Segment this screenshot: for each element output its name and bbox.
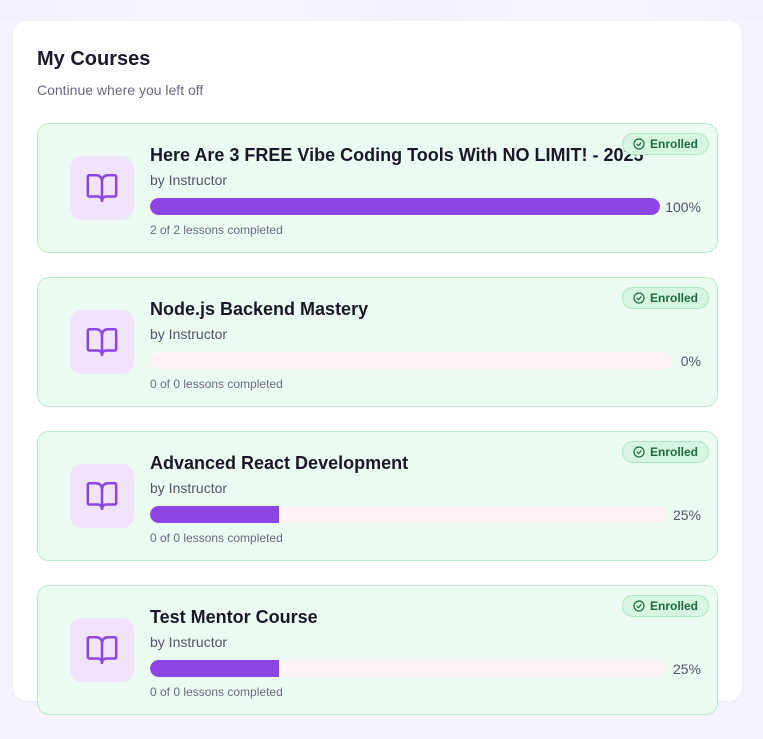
course-card[interactable]: Node.js Backend Mastery by Instructor 0%… [37, 277, 718, 407]
course-title[interactable]: Node.js Backend Mastery [150, 299, 368, 320]
progress-bar [150, 506, 667, 523]
enrolled-badge: Enrolled [621, 595, 709, 617]
course-instructor: by Instructor [150, 480, 228, 496]
course-thumbnail [70, 464, 134, 528]
progress-percent: 25% [672, 507, 701, 523]
book-open-icon [86, 481, 118, 511]
course-thumbnail [70, 618, 134, 682]
top-strip [0, 0, 763, 20]
my-courses-panel: My Courses Continue where you left off H… [13, 21, 742, 715]
course-card[interactable]: Here Are 3 FREE Vibe Coding Tools With N… [37, 123, 718, 253]
progress-percent: 0% [680, 353, 701, 369]
course-title[interactable]: Here Are 3 FREE Vibe Coding Tools With N… [150, 145, 644, 166]
badge-label: Enrolled [649, 599, 698, 613]
progress-percent: 100% [665, 199, 701, 215]
enrolled-badge: Enrolled [621, 133, 709, 155]
progress-fill [150, 198, 660, 215]
course-list: Here Are 3 FREE Vibe Coding Tools With N… [37, 123, 718, 739]
course-instructor: by Instructor [150, 634, 228, 650]
course-thumbnail [70, 310, 134, 374]
check-circle-icon [633, 446, 645, 458]
course-title[interactable]: Advanced React Development [150, 453, 408, 474]
progress-percent: 25% [672, 661, 701, 677]
course-card[interactable]: Advanced React Development by Instructor… [37, 431, 718, 561]
course-instructor: by Instructor [150, 326, 228, 342]
badge-label: Enrolled [649, 291, 698, 305]
badge-label: Enrolled [649, 137, 698, 151]
book-open-icon [86, 327, 118, 357]
page-title: My Courses [37, 48, 151, 70]
progress-bar [150, 660, 667, 677]
enrolled-badge: Enrolled [621, 441, 709, 463]
enrolled-badge: Enrolled [621, 287, 709, 309]
check-circle-icon [633, 292, 645, 304]
progress-fill [150, 660, 280, 677]
progress-bar [150, 198, 660, 215]
check-circle-icon [633, 138, 645, 150]
lessons-completed: 0 of 0 lessons completed [150, 531, 283, 545]
progress-bar [150, 352, 673, 369]
page-subtitle: Continue where you left off [37, 82, 204, 98]
progress-fill [150, 506, 280, 523]
book-open-icon [86, 173, 118, 203]
check-circle-icon [633, 600, 645, 612]
lessons-completed: 2 of 2 lessons completed [150, 223, 283, 237]
badge-label: Enrolled [649, 445, 698, 459]
course-instructor: by Instructor [150, 172, 228, 188]
course-title[interactable]: Test Mentor Course [150, 607, 318, 628]
course-thumbnail [70, 156, 134, 220]
course-card[interactable]: Test Mentor Course by Instructor 25% 0 o… [37, 585, 718, 715]
lessons-completed: 0 of 0 lessons completed [150, 685, 283, 699]
book-open-icon [86, 635, 118, 665]
lessons-completed: 0 of 0 lessons completed [150, 377, 283, 391]
